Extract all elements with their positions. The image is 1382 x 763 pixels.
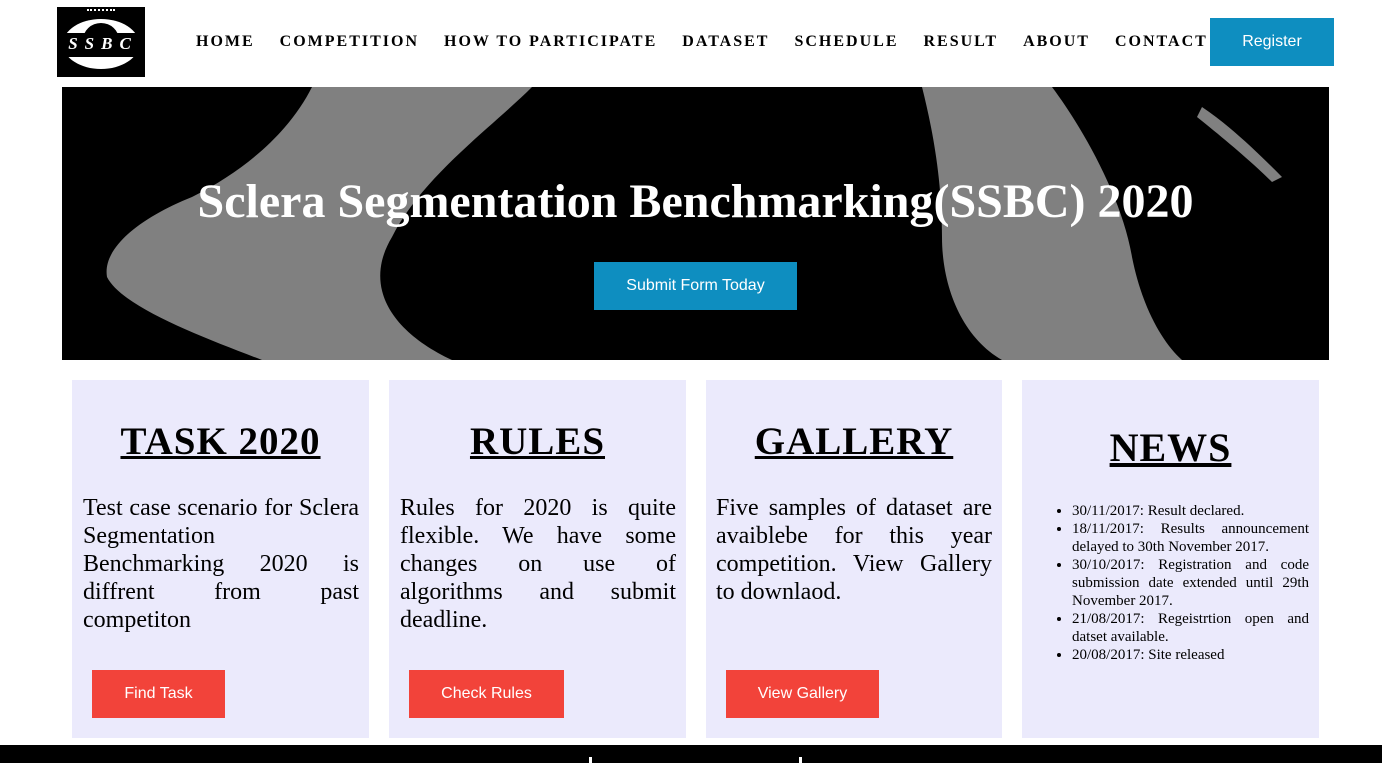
nav-dataset[interactable]: DATASET: [682, 33, 769, 51]
register-button[interactable]: Register: [1210, 18, 1334, 66]
rules-card-title[interactable]: RULES: [389, 420, 686, 464]
footer-divider: [799, 757, 802, 763]
main-nav: HOME COMPETITION HOW TO PARTICIPATE DATA…: [196, 33, 1233, 51]
sclera-right-streak: [1197, 107, 1282, 182]
hero-title: Sclera Segmentation Benchmarking(SSBC) 2…: [197, 175, 1194, 228]
hero-banner: Sclera Segmentation Benchmarking(SSBC) 2…: [62, 87, 1329, 360]
task-card: TASK 2020 Test case scenario for Sclera …: [72, 380, 369, 738]
gallery-card: GALLERY Five samples of dataset are avai…: [706, 380, 1002, 738]
task-card-title[interactable]: TASK 2020: [72, 420, 369, 464]
nav-contact[interactable]: CONTACT: [1115, 33, 1208, 51]
news-list: 30/11/2017: Result declared. 18/11/2017:…: [1072, 502, 1309, 664]
gallery-card-text: Five samples of dataset are avaiblebe fo…: [716, 495, 992, 605]
view-gallery-button[interactable]: View Gallery: [726, 670, 879, 718]
task-card-text: Test case scenario for Sclera Segmentati…: [83, 495, 359, 633]
nav-result[interactable]: RESULT: [924, 33, 999, 51]
check-rules-button[interactable]: Check Rules: [409, 670, 564, 718]
nav-home[interactable]: HOME: [196, 33, 255, 51]
news-item: 30/10/2017: Registration and code submis…: [1072, 556, 1309, 610]
rules-card-text: Rules for 2020 is quite flexible. We hav…: [400, 495, 676, 633]
nav-how-to-participate[interactable]: HOW TO PARTICIPATE: [444, 33, 657, 51]
footer-bar: [0, 745, 1382, 763]
find-task-button[interactable]: Find Task: [92, 670, 225, 718]
news-card: NEWS 30/11/2017: Result declared. 18/11/…: [1022, 380, 1319, 738]
news-item: 21/08/2017: Regeistrtion open and datset…: [1072, 610, 1309, 646]
site-logo[interactable]: SSBC: [57, 7, 145, 77]
news-item: 18/11/2017: Results announcement delayed…: [1072, 520, 1309, 556]
logo-text: SSBC: [68, 34, 138, 53]
gallery-card-title[interactable]: GALLERY: [706, 420, 1002, 464]
eyelash-decoration: [87, 9, 115, 19]
submit-form-button[interactable]: Submit Form Today: [594, 262, 797, 310]
news-item: 20/08/2017: Site released: [1072, 646, 1309, 664]
rules-card: RULES Rules for 2020 is quite flexible. …: [389, 380, 686, 738]
news-item: 30/11/2017: Result declared.: [1072, 502, 1309, 520]
footer-divider: [589, 757, 592, 763]
nav-competition[interactable]: COMPETITION: [280, 33, 419, 51]
news-card-title: NEWS: [1109, 425, 1232, 470]
nav-about[interactable]: ABOUT: [1023, 33, 1090, 51]
nav-schedule[interactable]: SCHEDULE: [794, 33, 898, 51]
